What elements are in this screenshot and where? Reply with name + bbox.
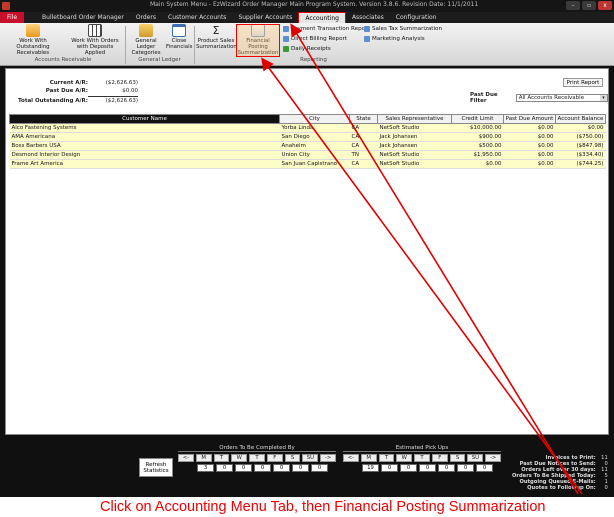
instruction-caption: Click on Accounting Menu Tab, then Finan… <box>100 499 546 515</box>
arrow-to-accounting-tab <box>290 23 579 495</box>
annotation-arrows <box>261 23 583 495</box>
arrow-to-financial-posting <box>261 57 583 495</box>
